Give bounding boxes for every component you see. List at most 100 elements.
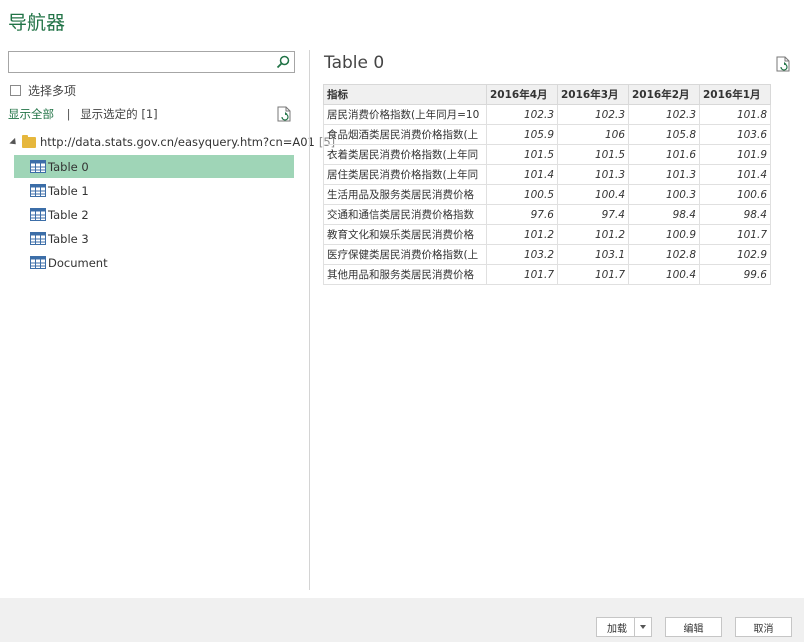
refresh-document-icon[interactable] xyxy=(277,106,291,122)
window-title: 导航器 xyxy=(8,12,66,34)
table-cell: 105.8 xyxy=(628,124,700,145)
tree-item-label: Table 0 xyxy=(48,159,89,174)
tree-root-label: http://data.stats.gov.cn/easyquery.htm?c… xyxy=(40,135,315,149)
filter-separator: | xyxy=(66,107,71,121)
column-header[interactable]: 2016年2月 xyxy=(628,84,700,105)
table-row: 医疗保健类居民消费价格指数(上 103.2 103.1 102.8 102.9 xyxy=(323,244,771,265)
show-filter-bar: 显示全部 | 显示选定的 [1] xyxy=(8,106,158,122)
table-cell: 98.4 xyxy=(699,204,771,225)
table-cell: 交通和通信类居民消费价格指数 xyxy=(323,204,487,225)
load-dropdown-button[interactable] xyxy=(634,618,651,636)
table-cell: 101.2 xyxy=(557,224,629,245)
multi-select-checkbox[interactable] xyxy=(10,85,21,96)
tree-item-table-1[interactable]: Table 1 xyxy=(14,179,294,202)
table-cell: 居民消费价格指数(上年同月=10 xyxy=(323,104,487,125)
table-row: 食品烟酒类居民消费价格指数(上 105.9 106 105.8 103.6 xyxy=(323,124,771,145)
show-all-link[interactable]: 显示全部 xyxy=(8,107,54,121)
table-cell: 衣着类居民消费价格指数(上年同 xyxy=(323,144,487,165)
table-cell: 100.4 xyxy=(628,264,700,285)
table-cell: 97.4 xyxy=(557,204,629,225)
table-cell: 100.3 xyxy=(628,184,700,205)
table-icon xyxy=(30,256,46,269)
table-icon xyxy=(30,184,46,197)
table-cell: 101.5 xyxy=(486,144,558,165)
table-cell: 103.1 xyxy=(557,244,629,265)
tree-item-document[interactable]: Document xyxy=(14,251,294,274)
table-cell: 100.5 xyxy=(486,184,558,205)
edit-button[interactable]: 编辑 xyxy=(665,617,722,637)
column-header[interactable]: 2016年4月 xyxy=(486,84,558,105)
table-cell: 99.6 xyxy=(699,264,771,285)
table-cell: 教育文化和娱乐类居民消费价格 xyxy=(323,224,487,245)
table-cell: 102.3 xyxy=(628,104,700,125)
search-icon[interactable] xyxy=(276,55,290,69)
table-cell: 101.6 xyxy=(628,144,700,165)
table-row: 衣着类居民消费价格指数(上年同 101.5 101.5 101.6 101.9 xyxy=(323,144,771,165)
preview-title: Table 0 xyxy=(324,53,385,73)
tree-item-table-0[interactable]: Table 0 xyxy=(14,155,294,178)
tree-item-table-2[interactable]: Table 2 xyxy=(14,203,294,226)
table-cell: 101.8 xyxy=(699,104,771,125)
table-cell: 102.8 xyxy=(628,244,700,265)
chevron-down-icon xyxy=(640,625,646,629)
folder-icon xyxy=(22,134,36,148)
show-selected-link[interactable]: 显示选定的 [1] xyxy=(80,107,157,121)
table-row: 居民消费价格指数(上年同月=10 102.3 102.3 102.3 101.8 xyxy=(323,104,771,125)
table-cell: 101.7 xyxy=(557,264,629,285)
table-cell: 103.2 xyxy=(486,244,558,265)
table-cell: 其他用品和服务类居民消费价格 xyxy=(323,264,487,285)
table-row: 其他用品和服务类居民消费价格 101.7 101.7 100.4 99.6 xyxy=(323,264,771,285)
table-cell: 101.4 xyxy=(699,164,771,185)
table-cell: 医疗保健类居民消费价格指数(上 xyxy=(323,244,487,265)
multi-select-option[interactable]: 选择多项 xyxy=(10,82,76,99)
table-cell: 98.4 xyxy=(628,204,700,225)
table-header-row: 指标 2016年4月 2016年3月 2016年2月 2016年1月 xyxy=(323,84,771,105)
table-row: 教育文化和娱乐类居民消费价格 101.2 101.2 100.9 101.7 xyxy=(323,224,771,245)
tree-item-label: Table 2 xyxy=(48,207,89,222)
cancel-button[interactable]: 取消 xyxy=(735,617,792,637)
table-cell: 食品烟酒类居民消费价格指数(上 xyxy=(323,124,487,145)
table-cell: 生活用品及服务类居民消费价格 xyxy=(323,184,487,205)
refresh-preview-icon[interactable] xyxy=(776,56,790,72)
multi-select-label: 选择多项 xyxy=(28,84,77,98)
table-cell: 102.3 xyxy=(557,104,629,125)
tree-item-table-3[interactable]: Table 3 xyxy=(14,227,294,250)
table-icon xyxy=(30,208,46,221)
load-button-label: 加载 xyxy=(607,623,627,635)
table-cell: 102.9 xyxy=(699,244,771,265)
search-box[interactable] xyxy=(8,51,295,74)
tree-item-label: Table 3 xyxy=(48,231,89,246)
tree-item-label: Document xyxy=(48,255,108,270)
table-row: 交通和通信类居民消费价格指数 97.6 97.4 98.4 98.4 xyxy=(323,204,771,225)
table-row: 生活用品及服务类居民消费价格 100.5 100.4 100.3 100.6 xyxy=(323,184,771,205)
table-cell: 101.7 xyxy=(486,264,558,285)
tree-item-label: Table 1 xyxy=(48,183,89,198)
table-cell: 100.4 xyxy=(557,184,629,205)
table-cell: 101.9 xyxy=(699,144,771,165)
table-cell: 100.6 xyxy=(699,184,771,205)
table-row: 居住类居民消费价格指数(上年同 101.4 101.3 101.3 101.4 xyxy=(323,164,771,185)
column-header[interactable]: 2016年3月 xyxy=(557,84,629,105)
table-cell: 居住类居民消费价格指数(上年同 xyxy=(323,164,487,185)
table-icon xyxy=(30,160,46,173)
tree-root-node[interactable]: http://data.stats.gov.cn/easyquery.htm?c… xyxy=(9,134,335,149)
table-cell: 100.9 xyxy=(628,224,700,245)
table-cell: 101.7 xyxy=(699,224,771,245)
table-cell: 101.3 xyxy=(628,164,700,185)
table-cell: 101.5 xyxy=(557,144,629,165)
table-cell: 103.6 xyxy=(699,124,771,145)
search-input[interactable] xyxy=(13,53,277,74)
pane-divider[interactable] xyxy=(309,50,310,590)
table-cell: 101.3 xyxy=(557,164,629,185)
preview-table: 指标 2016年4月 2016年3月 2016年2月 2016年1月 居民消费价… xyxy=(323,84,771,285)
table-cell: 97.6 xyxy=(486,204,558,225)
column-header[interactable]: 2016年1月 xyxy=(699,84,771,105)
table-cell: 106 xyxy=(557,124,629,145)
table-icon xyxy=(30,232,46,245)
table-cell: 105.9 xyxy=(486,124,558,145)
load-button[interactable]: 加载 xyxy=(596,617,652,637)
column-header[interactable]: 指标 xyxy=(323,84,487,105)
table-cell: 101.2 xyxy=(486,224,558,245)
collapse-triangle-icon[interactable] xyxy=(9,137,19,147)
table-cell: 102.3 xyxy=(486,104,558,125)
